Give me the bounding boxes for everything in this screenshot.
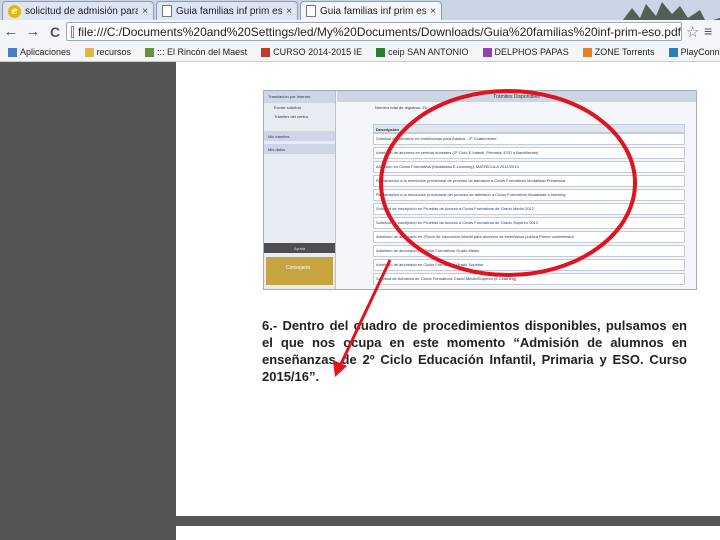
lp-header: Tramitación por Internet (264, 91, 335, 103)
tab-title: Guia familias inf prim eso.pdf (176, 5, 283, 17)
lp-item: Enviar solicitud (274, 105, 301, 110)
bookmark-recursos[interactable]: recursos (84, 47, 132, 57)
forward-button[interactable]: → (22, 23, 44, 40)
browser-toolbar: ← → C file:///C:/Documents%20and%20Setti… (0, 20, 720, 43)
bookmark-label: PlayConnection.sync (680, 47, 720, 57)
bookmark-label: ZONE Torrents (594, 47, 655, 57)
tab-title: solicitud de admisión para En (25, 5, 139, 17)
address-bar[interactable]: file:///C:/Documents%20and%20Settings/le… (66, 22, 682, 41)
tab-guia-1[interactable]: Guia familias inf prim eso.pdf × (156, 1, 298, 20)
lp-gold-box: Consejería (266, 257, 333, 285)
rp-count: Número total de registros: 15 (375, 105, 427, 110)
table-row: Solicitud de admisión en enseñanzas para… (373, 133, 685, 145)
bookmark-rincon[interactable]: ::: El Rincón del Maest (145, 47, 247, 57)
table-row: Solicitud de inscripción en Pruebas de A… (373, 203, 685, 215)
bookmark-star-icon[interactable]: ☆ (686, 23, 699, 41)
table-row: Reclamación a la resolución provisional … (373, 189, 685, 201)
back-button[interactable]: ← (0, 23, 22, 40)
page-icon (582, 47, 592, 57)
tab-guia-2[interactable]: Guia familias inf prim eso.pdf × (300, 1, 442, 20)
page-icon (261, 47, 271, 57)
table-row: Admisión de alumnos en centros docentes … (373, 147, 685, 159)
table-row: Reclamación a la resolución provisional … (373, 175, 685, 187)
tab-strip: e solicitud de admisión para En × Guia f… (0, 0, 720, 40)
bookmark-ceip[interactable]: ceip SAN ANTONIO (376, 47, 469, 57)
table-row: Solicitud de inscripción en Pruebas de A… (373, 217, 685, 229)
page-icon (668, 47, 678, 57)
embedded-screenshot: Tramitación por Internet Enviar solicitu… (263, 90, 697, 290)
file-icon (71, 25, 75, 38)
table-row: Admisión de alumnado en Ciclos Formativo… (373, 245, 685, 257)
lp-section: Mis trámites (264, 131, 335, 141)
lp-dark-bar: Ayuda (264, 243, 335, 253)
lp-item: Trámites del centro (274, 114, 309, 119)
instruction-paragraph: 6.- Dentro del cuadro de procedimientos … (262, 318, 687, 384)
table-row: Solicitud de Admisión de Ciclos Formativ… (373, 273, 685, 285)
close-icon[interactable]: × (430, 6, 436, 17)
bookmark-label: DELPHOS PAPAS (494, 47, 569, 57)
pdf-viewer[interactable]: Tramitación por Internet Enviar solicitu… (0, 62, 720, 540)
page-icon (145, 47, 155, 57)
bookmark-label: recursos (96, 47, 132, 57)
bookmark-apps[interactable]: Aplicaciones (8, 47, 71, 57)
tab-title: Guia familias inf prim eso.pdf (320, 5, 427, 17)
tab-solicitud[interactable]: e solicitud de admisión para En × (2, 1, 154, 20)
document-icon (162, 5, 172, 17)
page-icon (376, 47, 386, 57)
bookmark-label: CURSO 2014-2015 IE (273, 47, 363, 57)
screenshot-left-panel: Tramitación por Internet Enviar solicitu… (264, 91, 336, 289)
bookmark-delphos[interactable]: DELPHOS PAPAS (482, 47, 569, 57)
bookmark-curso[interactable]: CURSO 2014-2015 IE (261, 47, 362, 57)
pdf-next-page (176, 526, 720, 540)
bookmark-label: Aplicaciones (20, 47, 71, 57)
address-text: file:///C:/Documents%20and%20Settings/le… (78, 24, 681, 39)
table-row: Admisión en Ciclos Formativos (Modalidad… (373, 161, 685, 173)
apps-icon (8, 47, 17, 57)
rp-title: Trámites Disponibles (337, 91, 696, 102)
page-icon (482, 47, 492, 57)
close-icon[interactable]: × (142, 6, 148, 17)
screenshot-right-panel: Trámites Disponibles Número total de reg… (337, 91, 696, 289)
close-icon[interactable]: × (286, 6, 292, 17)
document-icon (306, 5, 316, 17)
bookmark-label: ::: El Rincón del Maest (157, 47, 248, 57)
reload-button[interactable]: C (44, 24, 66, 40)
lp-section: Mis datos (264, 144, 335, 154)
pdf-page: Tramitación por Internet Enviar solicitu… (176, 62, 720, 516)
column-header: Descripción (373, 124, 685, 133)
table-row: Admisión de alumnado en Ciclos Formativo… (373, 259, 685, 271)
ie-icon: e (8, 4, 21, 18)
bookmark-label: ceip SAN ANTONIO (388, 47, 469, 57)
bookmark-zone[interactable]: ZONE Torrents (582, 47, 655, 57)
bookmark-play[interactable]: PlayConnection.sync (668, 47, 720, 57)
folder-icon (84, 47, 94, 57)
table-row: Admisión de alumnado en 2ºciclo de educa… (373, 231, 685, 243)
bookmarks-bar: Aplicaciones recursos ::: El Rincón del … (0, 43, 720, 62)
menu-icon[interactable]: ≡ (704, 23, 712, 39)
